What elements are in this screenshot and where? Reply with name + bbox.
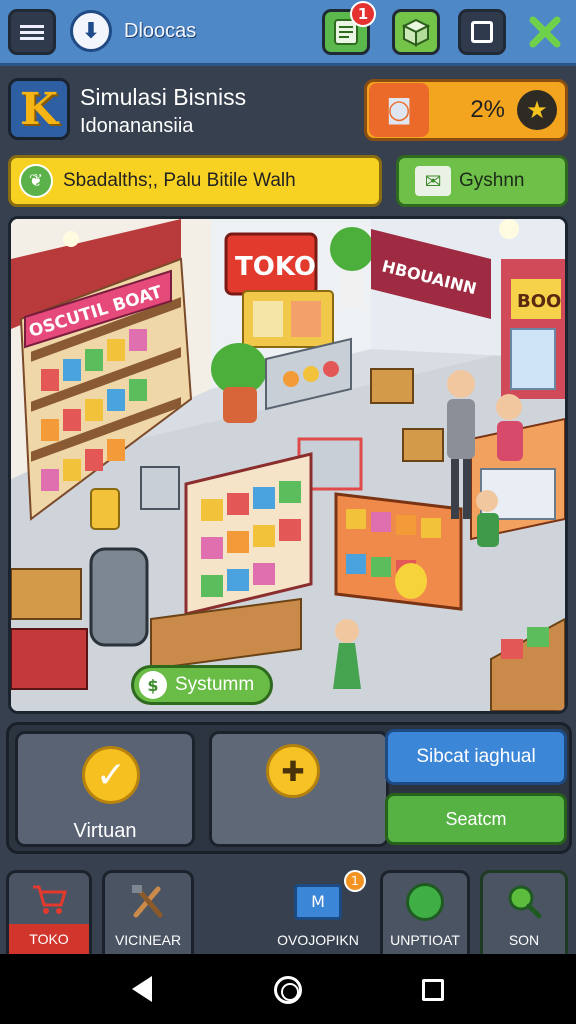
app-title: Dloocas — [124, 20, 197, 42]
calendar-icon: M — [294, 884, 342, 920]
scene-system-button-label: Systumm — [175, 674, 255, 695]
home-icon[interactable] — [274, 976, 302, 1004]
window-button[interactable] — [458, 9, 506, 55]
menu-button[interactable] — [8, 9, 56, 55]
quest-bar[interactable]: ❦ Sbadalths;, Palu Bitile Walh — [8, 155, 382, 207]
menu-icon — [20, 22, 44, 43]
camera-icon: ◙ — [369, 83, 429, 137]
chat-icon — [406, 883, 444, 921]
nav-son-label: SON — [508, 932, 540, 948]
recents-icon[interactable] — [422, 979, 444, 1001]
game-title: Simulasi Bisniss — [80, 84, 247, 110]
search-button[interactable]: Seatcm — [385, 793, 567, 845]
nav-toko[interactable]: TOKO — [6, 870, 92, 954]
title-block: Simulasi Bisniss Idonanansiia — [80, 84, 246, 138]
nav-toko-label: TOKO — [9, 924, 89, 954]
tools-icon — [132, 885, 163, 918]
person-child — [476, 490, 499, 547]
scene-system-button[interactable]: $ Systumm — [131, 665, 273, 705]
nav-ovojopikn[interactable]: M 1 OVOJOPIKN — [268, 870, 368, 954]
nav-unptioat-label: UNPTIOAT — [390, 932, 460, 948]
close-icon — [529, 16, 561, 48]
square-icon — [471, 21, 493, 43]
leaf-icon: ❦ — [19, 164, 53, 198]
system-button[interactable]: ✉ Gyshnn — [396, 155, 568, 207]
download-icon[interactable]: ⬇ — [70, 10, 112, 52]
store-scene[interactable]: OSCUTIL BOAT TOKO HBOUAINN BOO $ Systumm — [8, 216, 568, 714]
nav-badge: 1 — [344, 870, 366, 892]
person-woman — [496, 394, 523, 461]
quest-text: Sbadalths;, Palu Bitile Walh — [63, 170, 296, 191]
bottom-nav: TOKO VICINEAR M 1 OVOJOPIKN UNPTIOAT SON — [0, 862, 576, 954]
inventory-button[interactable] — [392, 9, 440, 55]
coin-icon: ✚ — [266, 744, 320, 798]
mail-icon: ✉ — [415, 166, 451, 196]
system-navigation-bar — [0, 954, 576, 1024]
right-counter — [334, 492, 463, 611]
close-button[interactable] — [522, 9, 568, 55]
search-icon — [508, 885, 542, 919]
top-bar: ⬇ Dloocas 1 — [0, 0, 576, 66]
back-icon[interactable] — [132, 976, 152, 1002]
toko-sign-text: TOKO — [235, 252, 316, 282]
right-sign-text: BOO — [517, 291, 561, 312]
action-panel: ✓ Virtuan ✚ Sibcat iaghual Seatcm — [6, 722, 572, 854]
game-subtitle: Idonanansiia — [80, 115, 194, 137]
nav-vicinear[interactable]: VICINEAR — [102, 870, 194, 954]
progress-percent: 2% — [470, 96, 505, 123]
nav-unptioat[interactable]: UNPTIOAT — [380, 870, 470, 954]
progress-panel[interactable]: ◙ 2% ★ — [364, 79, 568, 141]
special-button[interactable]: Sibcat iaghual — [385, 729, 567, 785]
game-logo: K — [8, 78, 70, 140]
game-screen: ⬇ Dloocas 1 K Simulasi Bisniss Idonanans… — [0, 0, 576, 1024]
coin-card[interactable]: ✚ — [209, 731, 389, 847]
checkmark-icon: ✓ — [82, 746, 140, 804]
center-shelf — [184, 452, 313, 616]
store-illustration: OSCUTIL BOAT TOKO HBOUAINN BOO — [11, 219, 565, 711]
nav-ovojopikn-label: OVOJOPIKN — [277, 932, 359, 948]
star-icon: ★ — [517, 90, 557, 130]
cart-icon — [33, 885, 68, 914]
trash-bin — [89, 547, 149, 647]
virtual-card[interactable]: ✓ Virtuan — [15, 731, 195, 847]
cube-icon — [401, 18, 431, 47]
nav-son[interactable]: SON — [480, 870, 568, 954]
virtual-card-label: Virtuan — [73, 820, 137, 842]
dollar-icon: $ — [139, 671, 167, 699]
nav-vicinear-label: VICINEAR — [114, 932, 182, 948]
system-button-label: Gyshnn — [459, 170, 525, 191]
notification-badge: 1 — [350, 1, 376, 27]
